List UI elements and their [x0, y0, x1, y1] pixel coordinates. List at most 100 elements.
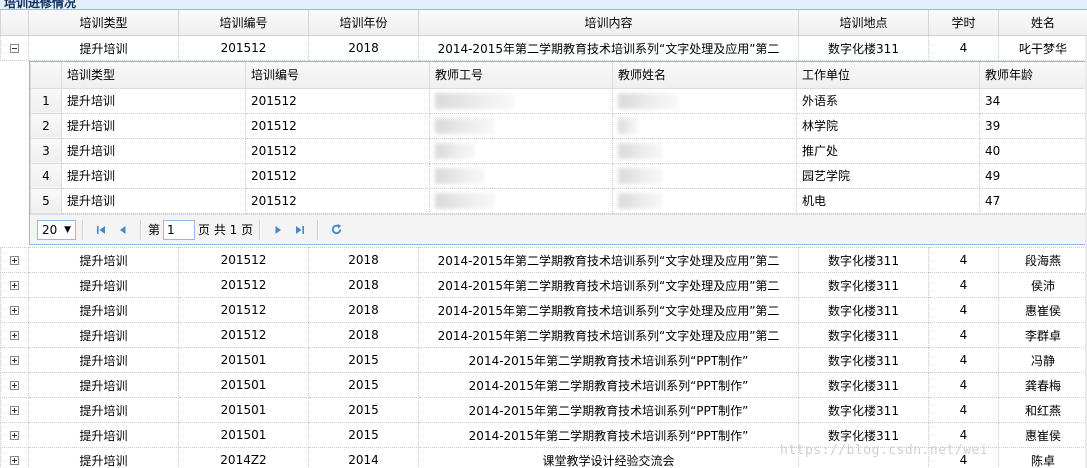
expand-button[interactable] — [0, 347, 29, 373]
detail-header-rownum — [30, 62, 62, 89]
detail-cell-code: 201512 — [245, 137, 430, 164]
detail-cell-age: 40 — [979, 137, 1087, 164]
cell-name: 和红燕 — [998, 397, 1087, 423]
expand-button[interactable] — [0, 247, 29, 273]
outer-grid-header: 培训类型 培训编号 培训年份 培训内容 培训地点 学时 姓名 — [0, 10, 1087, 36]
collapse-button[interactable] — [0, 35, 29, 61]
page-size-select[interactable]: 20 ▼ — [37, 219, 76, 240]
last-page-button[interactable] — [289, 219, 311, 241]
table-row[interactable]: 提升培训 201512 2018 2014-2015年第二学期教育技术培训系列“… — [0, 322, 1087, 348]
table-row[interactable]: 提升培训 201501 2015 2014-2015年第二学期教育技术培训系列“… — [0, 372, 1087, 398]
cell-place: 数字化楼311 — [798, 272, 929, 298]
pager-separator — [259, 219, 262, 240]
cell-type: 提升培训 — [28, 422, 179, 448]
redacted-block — [435, 192, 495, 209]
cell-year: 2015 — [308, 347, 419, 373]
first-page-button[interactable] — [90, 219, 112, 241]
cell-type: 提升培训 — [28, 322, 179, 348]
detail-table: 培训类型 培训编号 教师工号 教师姓名 工作单位 教师年龄 1 提升培训 201… — [30, 62, 1087, 214]
detail-cell-age: 39 — [979, 112, 1087, 139]
detail-row[interactable]: 3 提升培训 201512 推广处 40 — [30, 137, 1087, 164]
page-number-input[interactable]: 1 — [163, 219, 196, 240]
expand-button[interactable] — [0, 397, 29, 423]
cell-year: 2018 — [308, 247, 419, 273]
detail-header-unit[interactable]: 工作单位 — [796, 62, 980, 89]
expand-button[interactable] — [0, 447, 29, 468]
detail-cell-age: 34 — [979, 87, 1087, 114]
detail-cell-teacher-id — [429, 162, 613, 189]
header-hours[interactable]: 学时 — [928, 10, 999, 36]
cell-hours: 4 — [928, 247, 999, 273]
header-name[interactable]: 姓名 — [998, 10, 1087, 36]
cell-place: 数字化楼311 — [798, 247, 929, 273]
expand-button[interactable] — [0, 297, 29, 323]
cell-place: 数字化楼311 — [798, 297, 929, 323]
table-row-expanded[interactable]: 提升培训 201512 2018 2014-2015年第二学期教育技术培训系列“… — [0, 35, 1087, 61]
header-training-code[interactable]: 培训编号 — [178, 10, 309, 36]
expand-button[interactable] — [0, 322, 29, 348]
cell-year: 2018 — [308, 322, 419, 348]
table-row[interactable]: 提升培训 201512 2018 2014-2015年第二学期教育技术培训系列“… — [0, 272, 1087, 298]
cell-content: 2014-2015年第二学期教育技术培训系列“文字处理及应用”第二 — [418, 247, 799, 273]
detail-header-type[interactable]: 培训类型 — [61, 62, 246, 89]
detail-cell-type: 提升培训 — [61, 187, 246, 214]
cell-hours: 4 — [928, 397, 999, 423]
header-training-type[interactable]: 培训类型 — [28, 10, 179, 36]
cell-name: 惠崔侯 — [998, 422, 1087, 448]
header-training-place[interactable]: 培训地点 — [798, 10, 929, 36]
detail-row[interactable]: 1 提升培训 201512 外语系 34 — [30, 87, 1087, 114]
expand-button[interactable] — [0, 372, 29, 398]
minus-icon — [10, 44, 19, 53]
expanded-row-table: 提升培训 201512 2018 2014-2015年第二学期教育技术培训系列“… — [0, 35, 1087, 61]
cell-content: 2014-2015年第二学期教育技术培训系列“PPT制作” — [418, 347, 799, 373]
detail-cell-teacher-id — [429, 112, 613, 139]
cell-name: 段海燕 — [998, 247, 1087, 273]
table-row[interactable]: 提升培训 201501 2015 2014-2015年第二学期教育技术培训系列“… — [0, 397, 1087, 423]
page-prefix: 第 — [148, 223, 161, 237]
pager-separator — [140, 219, 142, 240]
detail-row[interactable]: 2 提升培训 201512 林学院 39 — [30, 112, 1087, 139]
panel-title: 培训进修情况 — [4, 0, 77, 10]
plus-icon — [10, 406, 19, 415]
expand-button[interactable] — [0, 422, 29, 448]
cell-year: 2015 — [308, 422, 419, 448]
cell-hours: 4 — [928, 272, 999, 298]
detail-rownum: 5 — [30, 187, 62, 214]
prev-page-button[interactable] — [112, 219, 134, 241]
detail-header-teacher-name[interactable]: 教师姓名 — [612, 62, 797, 89]
detail-header-teacher-id[interactable]: 教师工号 — [429, 62, 613, 89]
plus-icon — [10, 256, 19, 265]
cell-hours: 4 — [928, 372, 999, 398]
page-size-value: 20 — [42, 222, 58, 237]
detail-cell-code: 201512 — [245, 112, 430, 139]
header-training-year[interactable]: 培训年份 — [308, 10, 419, 36]
detail-cell-unit: 园艺学院 — [796, 162, 980, 189]
plus-icon — [10, 281, 19, 290]
detail-row[interactable]: 4 提升培训 201512 园艺学院 49 — [30, 162, 1087, 189]
next-page-button[interactable] — [267, 219, 289, 241]
detail-rownum: 3 — [30, 137, 62, 164]
table-row[interactable]: 提升培训 201501 2015 2014-2015年第二学期教育技术培训系列“… — [0, 347, 1087, 373]
detail-header-age[interactable]: 教师年龄 — [979, 62, 1087, 89]
cell-type: 提升培训 — [28, 35, 179, 61]
detail-cell-unit: 机电 — [796, 187, 980, 214]
plus-icon — [10, 381, 19, 390]
redacted-block — [618, 117, 638, 134]
table-row[interactable]: 提升培训 201512 2018 2014-2015年第二学期教育技术培训系列“… — [0, 247, 1087, 273]
expand-button[interactable] — [0, 272, 29, 298]
detail-header-code[interactable]: 培训编号 — [245, 62, 430, 89]
header-training-content[interactable]: 培训内容 — [418, 10, 799, 36]
refresh-button[interactable] — [325, 219, 347, 241]
cell-year: 2018 — [308, 297, 419, 323]
cell-type: 提升培训 — [28, 447, 179, 468]
cell-type: 提升培训 — [28, 247, 179, 273]
cell-place: 数字化楼311 — [798, 322, 929, 348]
detail-cell-teacher-name — [612, 187, 797, 214]
detail-row[interactable]: 5 提升培训 201512 机电 47 — [30, 187, 1087, 214]
detail-subgrid: 培训类型 培训编号 教师工号 教师姓名 工作单位 教师年龄 1 提升培训 201… — [29, 61, 1087, 245]
detail-cell-age: 47 — [979, 187, 1087, 214]
cell-type: 提升培训 — [28, 347, 179, 373]
detail-cell-type: 提升培训 — [61, 87, 246, 114]
cell-year: 2014 — [308, 447, 419, 468]
table-row[interactable]: 提升培训 201512 2018 2014-2015年第二学期教育技术培训系列“… — [0, 297, 1087, 323]
